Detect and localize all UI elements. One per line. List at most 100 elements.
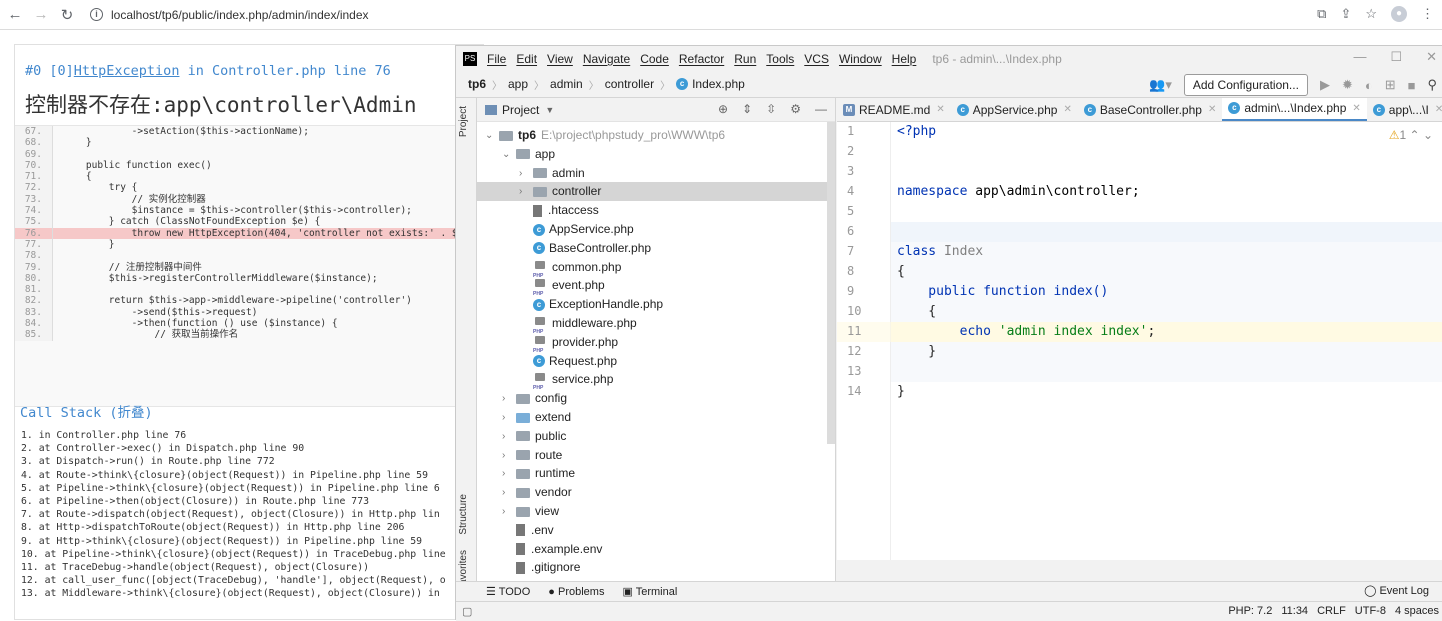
- coverage-icon[interactable]: ◐: [1365, 78, 1373, 93]
- breadcrumb-item[interactable]: controller 〉: [605, 77, 676, 92]
- hide-icon[interactable]: —: [815, 102, 827, 116]
- code-line-14[interactable]: }: [897, 384, 905, 399]
- menu-help[interactable]: Help: [892, 52, 917, 66]
- chevron-down-icon[interactable]: ⌄: [485, 126, 499, 145]
- code-line-1[interactable]: <?php: [897, 124, 936, 139]
- chevron-right-icon[interactable]: ›: [502, 464, 516, 483]
- code-line-11[interactable]: echo 'admin index index';: [897, 324, 1156, 339]
- share-icon[interactable]: ⇪: [1340, 6, 1351, 22]
- menu-view[interactable]: View: [547, 52, 573, 66]
- tree-item[interactable]: c BaseController.php: [477, 239, 828, 258]
- chevron-down-icon[interactable]: ⌄: [1423, 128, 1433, 142]
- tree-item[interactable]: .example.env: [477, 540, 828, 559]
- tree-scrollbar[interactable]: [827, 122, 835, 444]
- tree-item[interactable]: middleware.php: [477, 314, 828, 342]
- code-line-7[interactable]: class Index: [897, 244, 983, 259]
- chevron-right-icon[interactable]: ›: [519, 182, 533, 201]
- info-icon[interactable]: i: [90, 8, 103, 21]
- chevron-down-icon[interactable]: ▼: [545, 105, 554, 115]
- tab-structure-vertical[interactable]: Structure: [458, 494, 469, 535]
- tree-item[interactable]: service.php: [477, 370, 828, 398]
- close-tab-icon[interactable]: ✕: [1352, 103, 1360, 114]
- close-tab-icon[interactable]: ✕: [1208, 104, 1216, 115]
- tree-item[interactable]: event.php: [477, 276, 828, 304]
- tree-item[interactable]: .gitignore: [477, 558, 828, 577]
- menu-run[interactable]: Run: [734, 52, 756, 66]
- close-tab-icon[interactable]: ✕: [1435, 104, 1442, 115]
- chevron-up-icon[interactable]: ⌃: [1410, 128, 1420, 142]
- menu-vcs[interactable]: VCS: [804, 52, 829, 66]
- tree-item[interactable]: › route: [477, 446, 828, 465]
- tree-item[interactable]: › config: [477, 389, 828, 408]
- tree-item[interactable]: c ExceptionHandle.php: [477, 295, 828, 314]
- minimize-icon[interactable]: —: [1353, 49, 1366, 65]
- tree-item[interactable]: common.php: [477, 258, 828, 286]
- code-editor[interactable]: 1 2 3 4 5 6 7 8 9 10 11 12 13 14 <?php namespace app\…: [837, 122, 1442, 560]
- status-item[interactable]: 11:34: [1281, 605, 1308, 617]
- menu-refactor[interactable]: Refactor: [679, 52, 724, 66]
- chevron-down-icon[interactable]: ⌄: [502, 145, 516, 164]
- menu-icon[interactable]: ⋮: [1421, 6, 1434, 22]
- maximize-icon[interactable]: ☐: [1390, 49, 1402, 65]
- exception-class-link[interactable]: HttpException: [74, 63, 180, 79]
- menu-tools[interactable]: Tools: [766, 52, 794, 66]
- panel-toggle-icon[interactable]: ▢: [462, 605, 472, 618]
- add-configuration-button[interactable]: Add Configuration...: [1183, 74, 1308, 96]
- chevron-right-icon[interactable]: ›: [502, 502, 516, 521]
- star-icon[interactable]: ☆: [1365, 6, 1377, 22]
- tree-item[interactable]: provider.php: [477, 333, 828, 361]
- menu-file[interactable]: File: [487, 52, 506, 66]
- breadcrumb-item[interactable]: admin 〉: [550, 77, 605, 92]
- editor-tab[interactable]: c BaseController.php ✕: [1078, 98, 1222, 121]
- chevron-right-icon[interactable]: ›: [502, 446, 516, 465]
- tree-item[interactable]: c Request.php: [477, 352, 828, 371]
- tab-problems[interactable]: ● Problems: [548, 586, 604, 598]
- status-item[interactable]: PHP: 7.2: [1228, 605, 1272, 617]
- profiler-icon[interactable]: ⊞: [1385, 77, 1396, 93]
- code-line-12[interactable]: }: [897, 344, 936, 359]
- stop-icon[interactable]: ■: [1408, 78, 1416, 93]
- debug-icon[interactable]: ✹: [1342, 77, 1353, 93]
- tree-item[interactable]: › extend: [477, 408, 828, 427]
- forward-icon[interactable]: →: [30, 6, 52, 23]
- close-icon[interactable]: ✕: [1426, 49, 1437, 65]
- status-item[interactable]: 4 spaces: [1395, 605, 1439, 617]
- status-item[interactable]: UTF-8: [1355, 605, 1386, 617]
- address-bar[interactable]: i localhost/tp6/public/index.php/admin/i…: [90, 8, 369, 22]
- code-line-8[interactable]: {: [897, 264, 905, 279]
- tree-item[interactable]: ⌄ app: [477, 145, 828, 164]
- profile-icon[interactable]: ●: [1391, 6, 1407, 22]
- tab-terminal[interactable]: ▣ Terminal: [622, 585, 677, 598]
- breadcrumb-item[interactable]: c Index.php: [676, 77, 745, 92]
- code-line-10[interactable]: {: [897, 304, 936, 319]
- tree-item[interactable]: › controller: [477, 182, 828, 202]
- tree-item[interactable]: .htaccess: [477, 201, 828, 220]
- expand-all-icon[interactable]: ⇕: [742, 102, 752, 116]
- editor-tab[interactable]: M README.md ✕: [837, 98, 951, 121]
- inspection-widget[interactable]: ⚠1 ⌃ ⌄: [1389, 128, 1433, 142]
- close-tab-icon[interactable]: ✕: [936, 104, 944, 115]
- tab-todo[interactable]: ☰ TODO: [486, 585, 530, 598]
- translate-icon[interactable]: ⧉: [1317, 6, 1326, 22]
- code-line-4[interactable]: namespace app\admin\controller;: [897, 184, 1140, 199]
- locate-icon[interactable]: ⊕: [718, 102, 728, 116]
- chevron-right-icon[interactable]: ›: [502, 389, 516, 408]
- project-panel-header[interactable]: Project ▼ ⊕ ⇕ ⇳ ⚙ —: [477, 98, 835, 122]
- chevron-right-icon[interactable]: ›: [502, 408, 516, 427]
- editor-tab[interactable]: c admin\...\Index.php ✕: [1222, 98, 1367, 121]
- tree-item[interactable]: › view: [477, 502, 828, 521]
- editor-tab[interactable]: c AppService.php ✕: [951, 98, 1078, 121]
- close-tab-icon[interactable]: ✕: [1063, 104, 1071, 115]
- menu-window[interactable]: Window: [839, 52, 882, 66]
- tree-item[interactable]: .env: [477, 521, 828, 540]
- gear-icon[interactable]: ⚙: [790, 102, 801, 116]
- chevron-right-icon[interactable]: ›: [502, 483, 516, 502]
- breadcrumb-item[interactable]: tp6 〉: [468, 77, 508, 92]
- tab-project-vertical[interactable]: Project: [458, 106, 469, 137]
- tree-item[interactable]: c AppService.php: [477, 220, 828, 239]
- back-icon[interactable]: ←: [4, 6, 26, 23]
- call-stack-title[interactable]: Call Stack (折叠): [20, 401, 153, 421]
- tree-item[interactable]: › admin: [477, 164, 828, 183]
- breadcrumb-item[interactable]: app 〉: [508, 77, 550, 92]
- menu-code[interactable]: Code: [640, 52, 669, 66]
